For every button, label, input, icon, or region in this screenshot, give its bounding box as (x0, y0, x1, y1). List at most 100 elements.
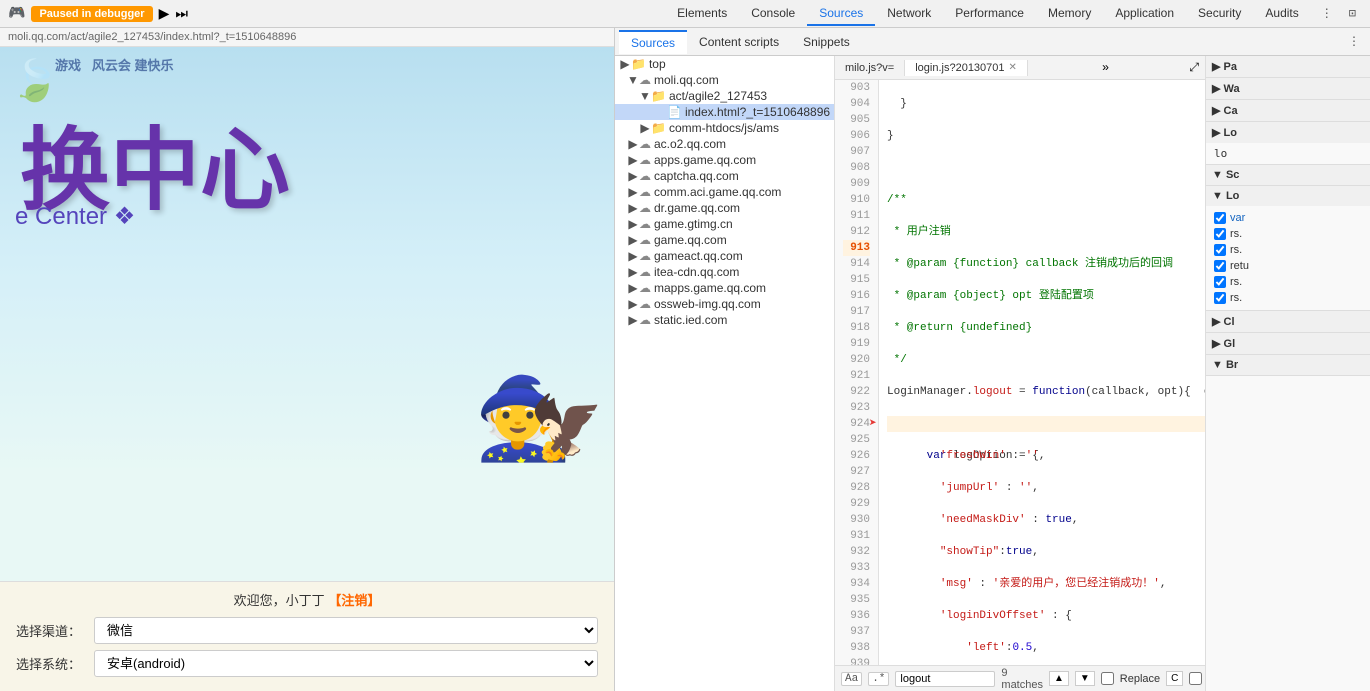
tree-item-itea[interactable]: ▶ ☁ itea-cdn.qq.com (615, 264, 834, 280)
search-prev-button[interactable]: ▲ (1049, 671, 1069, 686)
sidebar-section-local-header[interactable]: ▶ Lo (1206, 122, 1370, 143)
tab-application[interactable]: Application (1103, 2, 1186, 26)
sidebar-section-dom-header[interactable]: ▶ Cl (1206, 311, 1370, 332)
tree-arrow-top: ▶ (619, 57, 631, 71)
search-bar: Aa .* 9 matches ▲ ▼ Replace C (835, 665, 1205, 691)
sidebar-section-local-content: lo (1206, 143, 1370, 164)
tree-item-apps[interactable]: ▶ ☁ apps.game.qq.com (615, 152, 834, 168)
source-tabs-more-icon[interactable]: » (1096, 59, 1115, 77)
code-line-909: * @param {object} opt 登陆配置项 (887, 288, 1205, 304)
code-line-916: 'needMaskDiv' : true, (887, 512, 1205, 528)
tree-item-captcha[interactable]: ▶ ☁ captcha.qq.com (615, 168, 834, 184)
bp-item-2: rs. (1214, 226, 1362, 242)
cloud-icon-moli: ☁ (639, 73, 651, 87)
tab-performance[interactable]: Performance (943, 2, 1036, 26)
code-line-914: 'freshWin' : '', (887, 448, 1205, 464)
tree-arrow-captcha: ▶ (627, 169, 639, 183)
regex-label: .* (868, 672, 889, 686)
tree-item-static[interactable]: ▶ ☁ static.ied.com (615, 312, 834, 328)
tree-item-mapps[interactable]: ▶ ☁ mapps.game.qq.com (615, 280, 834, 296)
subtab-content-scripts[interactable]: Content scripts (687, 31, 791, 53)
devtools-more-icon[interactable]: ⋮ (1315, 4, 1339, 23)
search-next-button[interactable]: ▼ (1075, 671, 1095, 686)
cloud-icon-gameact: ☁ (639, 249, 651, 263)
system-label: 选择系统： (16, 654, 86, 673)
tree-item-act[interactable]: ▼ 📁 act/agile2_127453 (615, 88, 834, 104)
code-line-915: 'jumpUrl' : '', (887, 480, 1205, 496)
bp-checkbox-4[interactable] (1214, 260, 1226, 272)
sidebar-section-global-header[interactable]: ▶ Gl (1206, 333, 1370, 354)
tab-audits[interactable]: Audits (1253, 2, 1310, 26)
tab-elements[interactable]: Elements (665, 2, 739, 26)
tree-item-comm[interactable]: ▶ 📁 comm-htdocs/js/ams (615, 120, 834, 136)
search-close-button[interactable]: C (1166, 671, 1183, 686)
undock-icon[interactable]: ⊡ (1343, 4, 1362, 23)
tree-arrow-ac: ▶ (627, 137, 639, 151)
tab-console[interactable]: Console (739, 2, 807, 26)
tree-item-ac[interactable]: ▶ ☁ ac.o2.qq.com (615, 136, 834, 152)
channel-label: 选择渠道： (16, 621, 86, 640)
subtab-snippets[interactable]: Snippets (791, 31, 862, 53)
line-numbers: 903 904 905 906 907 908 909 910 911 912 … (835, 80, 879, 665)
paused-badge: Paused in debugger (31, 6, 152, 22)
tree-item-gtimg[interactable]: ▶ ☁ game.gtimg.cn (615, 216, 834, 232)
cloud-icon-ac: ☁ (639, 137, 651, 151)
step-over-button[interactable]: ⏭ (175, 5, 188, 22)
sidebar-section-breakpoints: ▼ Lo var rs. rs. (1206, 186, 1370, 311)
cloud-icon-static: ☁ (639, 313, 651, 327)
local-code-snippet: lo (1214, 147, 1362, 160)
tree-item-comm-aci[interactable]: ▶ ☁ comm.aci.game.qq.com (615, 184, 834, 200)
tree-item-dr[interactable]: ▶ ☁ dr.game.qq.com (615, 200, 834, 216)
game-bird: 🦅 (529, 391, 604, 466)
bp-checkbox-1[interactable] (1214, 212, 1226, 224)
source-tabs: milo.js?v= login.js?20130701 ✕ » ⤢ (835, 56, 1205, 80)
bp-label-3: rs. (1230, 244, 1242, 256)
tree-arrow-comm: ▶ (639, 121, 651, 135)
bp-checkbox-2[interactable] (1214, 228, 1226, 240)
main-layout: moli.qq.com/act/agile2_127453/index.html… (0, 28, 1370, 691)
source-tab-login[interactable]: login.js?20130701 ✕ (905, 60, 1028, 76)
bp-checkbox-6[interactable] (1214, 292, 1226, 304)
search-input[interactable] (895, 671, 995, 687)
sidebar-section-watch: ▶ Wa (1206, 78, 1370, 100)
tree-arrow-static: ▶ (627, 313, 639, 327)
url-bar: moli.qq.com/act/agile2_127453/index.html… (0, 28, 614, 47)
tree-item-index[interactable]: 📄 index.html?_t=1510648896 (615, 104, 834, 120)
file-icon-index: 📄 (667, 105, 682, 119)
tree-item-ossweb[interactable]: ▶ ☁ ossweb-img.qq.com (615, 296, 834, 312)
browser-controls: 🎮 Paused in debugger ▶ ⏭ (8, 5, 661, 22)
tree-item-moli[interactable]: ▼ ☁ moli.qq.com (615, 72, 834, 88)
bp-checkbox-5[interactable] (1214, 276, 1226, 288)
resume-button[interactable]: ▶ (159, 5, 170, 22)
bp-checkbox-3[interactable] (1214, 244, 1226, 256)
source-tab-milo[interactable]: milo.js?v= (835, 60, 905, 76)
tree-item-game-qq[interactable]: ▶ ☁ game.qq.com (615, 232, 834, 248)
tab-sources[interactable]: Sources (807, 2, 875, 26)
tab-security[interactable]: Security (1186, 2, 1253, 26)
cloud-icon-dr: ☁ (639, 201, 651, 215)
tree-item-gameact[interactable]: ▶ ☁ gameact.qq.com (615, 248, 834, 264)
replace-all-checkbox[interactable] (1189, 672, 1202, 685)
system-select[interactable]: 安卓(android) (94, 650, 598, 677)
expand-panel-icon[interactable]: ⤢ (1183, 59, 1205, 77)
code-line-905 (887, 160, 1205, 176)
sidebar-section-pause-header[interactable]: ▶ Pa (1206, 56, 1370, 77)
sidebar-section-scope-header[interactable]: ▼ Sc (1206, 165, 1370, 185)
bp-label-5: rs. (1230, 276, 1242, 288)
tab-memory[interactable]: Memory (1036, 2, 1103, 26)
tree-item-top[interactable]: ▶ 📁 top (615, 56, 834, 72)
subtabs-more-icon[interactable]: ⋮ (1342, 30, 1366, 53)
sidebar-section-call-header[interactable]: ▶ Ca (1206, 100, 1370, 121)
register-link[interactable]: 【注销】 (328, 593, 380, 608)
tab-network[interactable]: Network (875, 2, 943, 26)
replace-checkbox[interactable] (1101, 672, 1114, 685)
code-area[interactable]: 903 904 905 906 907 908 909 910 911 912 … (835, 80, 1205, 665)
sidebar-section-pause: ▶ Pa (1206, 56, 1370, 78)
code-line-908: * @param {function} callback 注销成功后的回调 (887, 256, 1205, 272)
subtab-sources[interactable]: Sources (619, 30, 687, 54)
sidebar-section-breakpoints-header[interactable]: ▼ Lo (1206, 186, 1370, 206)
close-tab-icon[interactable]: ✕ (1009, 62, 1017, 73)
sidebar-section-xhr-header[interactable]: ▼ Br (1206, 355, 1370, 375)
sidebar-section-watch-header[interactable]: ▶ Wa (1206, 78, 1370, 99)
channel-select[interactable]: 微信 (94, 617, 598, 644)
